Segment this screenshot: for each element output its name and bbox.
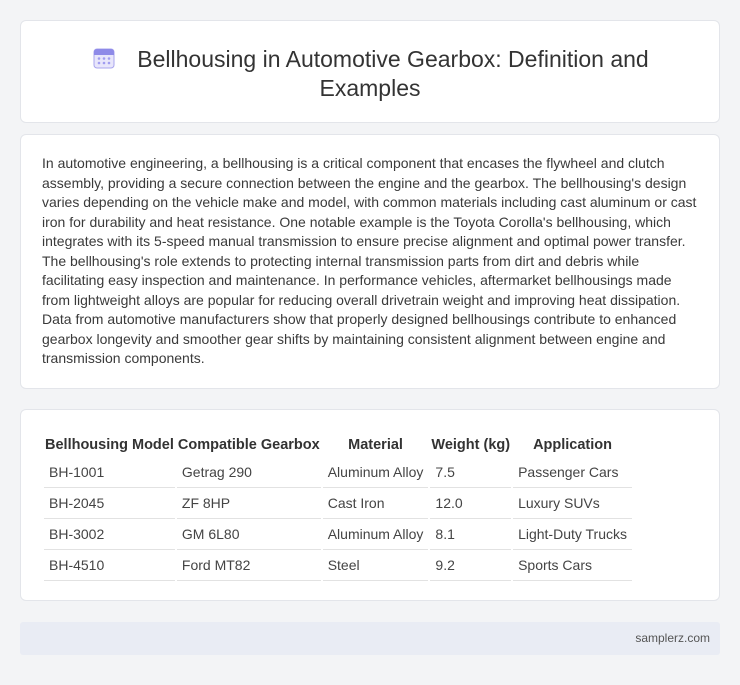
footer-site-link[interactable]: samplerz.com [635,631,710,645]
cell-weight: 7.5 [430,457,512,488]
cell-application: Light-Duty Trucks [513,519,633,550]
title-card: Bellhousing in Automotive Gearbox: Defin… [20,20,720,123]
article-card: In automotive engineering, a bellhousing… [20,134,720,389]
table-card: Bellhousing Model Compatible Gearbox Mat… [20,409,720,601]
column-header-material: Material [348,436,403,453]
cell-model: BH-2045 [44,488,175,519]
table-header-row: Bellhousing Model Compatible Gearbox Mat… [44,432,632,457]
column-header-application: Application [533,436,613,453]
cell-weight: 8.1 [430,519,512,550]
article-paragraph: In automotive engineering, a bellhousing… [42,155,697,366]
cell-gearbox: GM 6L80 [176,519,321,550]
page-title-wrap: Bellhousing in Automotive Gearbox: Defin… [21,45,719,103]
cell-gearbox: ZF 8HP [176,488,321,519]
calendar-icon [91,45,117,71]
cell-material: Aluminum Alloy [322,519,429,550]
table-row: BH-1001 Getrag 290 Aluminum Alloy 7.5 Pa… [44,457,633,488]
cell-weight: 9.2 [430,550,512,581]
table-row: BH-4510 Ford MT82 Steel 9.2 Sports Cars [44,550,633,581]
cell-model: BH-3002 [44,519,175,550]
table-row: BH-3002 GM 6L80 Aluminum Alloy 8.1 Light… [44,519,633,550]
footer: samplerz.com [20,622,720,655]
cell-material: Cast Iron [322,488,429,519]
bellhousing-table: Bellhousing Model Compatible Gearbox Mat… [42,432,634,581]
cell-application: Sports Cars [513,550,633,581]
column-header-model: Bellhousing Model [45,436,174,453]
cell-material: Steel [322,550,429,581]
column-header-weight: Weight (kg) [431,436,511,453]
cell-material: Aluminum Alloy [322,457,429,488]
cell-application: Passenger Cars [513,457,633,488]
column-header-gearbox: Compatible Gearbox [177,436,320,453]
cell-model: BH-4510 [44,550,175,581]
page-title: Bellhousing in Automotive Gearbox: Defin… [137,46,649,101]
cell-gearbox: Getrag 290 [176,457,321,488]
cell-application: Luxury SUVs [513,488,633,519]
cell-model: BH-1001 [44,457,175,488]
cell-weight: 12.0 [430,488,512,519]
cell-gearbox: Ford MT82 [176,550,321,581]
table-row: BH-2045 ZF 8HP Cast Iron 12.0 Luxury SUV… [44,488,633,519]
